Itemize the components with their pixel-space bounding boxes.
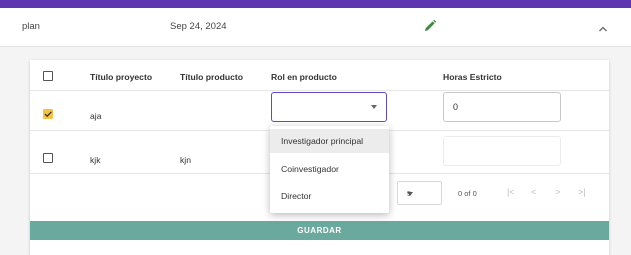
row-checkbox[interactable] xyxy=(43,153,53,163)
dropdown-arrow-icon xyxy=(407,192,413,196)
rol-select[interactable] xyxy=(271,92,387,122)
header-horas-estricto: Horas Estricto xyxy=(443,72,502,82)
chevron-left-icon[interactable]: < xyxy=(531,187,536,197)
cell-titulo-producto: kjn xyxy=(180,155,191,165)
chevron-up-icon[interactable] xyxy=(597,21,609,32)
header-divider xyxy=(30,90,609,91)
plan-name: plan xyxy=(22,21,40,32)
pencil-icon[interactable] xyxy=(423,19,437,33)
page-size-select[interactable]: 5 xyxy=(397,181,442,205)
menu-item-label: Director xyxy=(281,191,312,201)
products-table-card: Título proyecto Título producto Rol en p… xyxy=(30,60,609,255)
row-checkbox[interactable] xyxy=(43,109,53,119)
horas-input-value: 0 xyxy=(453,102,459,112)
dropdown-arrow-icon xyxy=(371,105,377,109)
menu-item-director[interactable]: Director xyxy=(270,184,389,208)
page-range-label: 0 of 0 xyxy=(458,189,477,198)
header-titulo-proyecto: Título proyecto xyxy=(90,72,153,82)
menu-item-label: Investigador principal xyxy=(281,136,364,146)
top-accent-bar xyxy=(0,0,631,8)
plan-row-header[interactable]: plan Sep 24, 2024 xyxy=(0,8,631,47)
horas-input[interactable]: 0 xyxy=(443,92,561,122)
last-page-icon[interactable]: >| xyxy=(578,187,586,197)
select-all-checkbox[interactable] xyxy=(43,71,53,81)
rol-dropdown-menu: Investigador principal Coinvestigador Di… xyxy=(270,126,389,213)
cell-titulo-proyecto: aja xyxy=(90,111,102,121)
save-button-label: GUARDAR xyxy=(297,226,342,235)
chevron-right-icon[interactable]: > xyxy=(555,187,560,197)
plan-date: Sep 24, 2024 xyxy=(170,21,227,32)
header-rol-en-producto: Rol en producto xyxy=(271,72,337,82)
menu-item-investigador-principal[interactable]: Investigador principal xyxy=(270,129,389,153)
horas-input[interactable] xyxy=(443,136,561,166)
save-button[interactable]: GUARDAR xyxy=(30,221,609,240)
header-titulo-producto: Título producto xyxy=(180,72,244,82)
cell-titulo-proyecto: kjk xyxy=(90,155,101,165)
first-page-icon[interactable]: |< xyxy=(507,187,515,197)
menu-item-coinvestigador[interactable]: Coinvestigador xyxy=(270,157,389,181)
menu-item-label: Coinvestigador xyxy=(281,164,339,174)
